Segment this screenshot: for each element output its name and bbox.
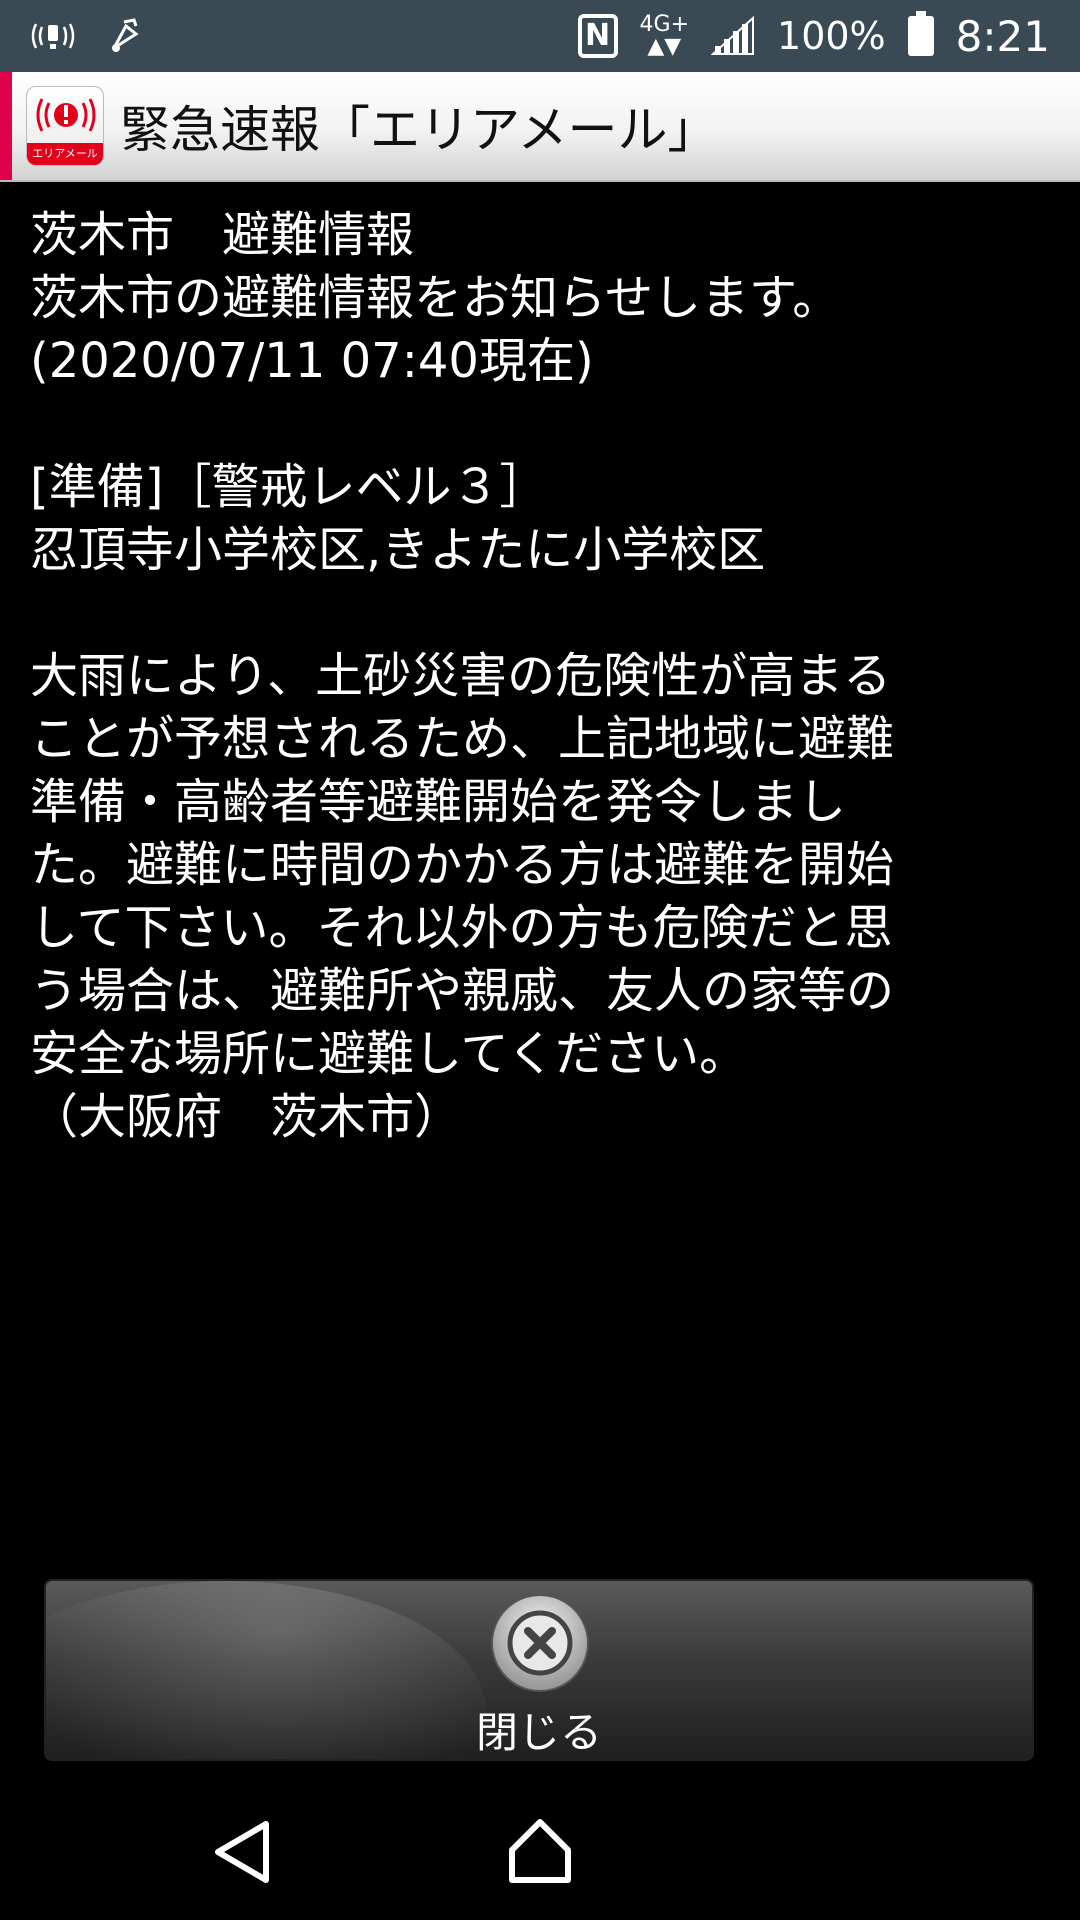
message-body-line: して下さい。それ以外の方も危険だと思 <box>30 900 893 956</box>
message-body-line: 安全な場所に避難してください。 <box>30 1026 748 1082</box>
message-body-line: 準備・高齢者等避難開始を発令しまし <box>30 774 847 830</box>
message-body-line: 大雨により、土砂災害の危険性が高まる <box>30 648 892 704</box>
page-title: 緊急速報「エリアメール」 <box>120 101 718 159</box>
home-icon[interactable] <box>508 1818 572 1884</box>
back-icon[interactable] <box>212 1820 272 1884</box>
message-sender: （大阪府 茨木市） <box>30 1089 463 1145</box>
message-timestamp: (2020/07/11 07:40現在) <box>30 333 594 389</box>
message-level: [準備]［警戒レベル３］ <box>30 459 548 515</box>
message-body-line: う場合は、避難所や親戚、友人の家等の <box>30 963 895 1019</box>
message-body-line: ことが予想されるため、上記地域に避難 <box>30 711 895 767</box>
battery-icon <box>907 11 934 56</box>
alert-waves-icon <box>36 98 96 132</box>
title-bar: エリアメール 緊急速報「エリアメール」 <box>0 72 1080 182</box>
message-intro: 茨木市の避難情報をお知らせします。 <box>30 270 841 326</box>
message-body-line: た。避難に時間のかかる方は避難を開始 <box>30 837 895 893</box>
close-button[interactable]: 閉じる <box>44 1579 1034 1761</box>
close-button-label: 閉じる <box>475 1708 602 1757</box>
message-areas: 忍頂寺小学校区,きよたに小学校区 <box>30 522 766 578</box>
clock: 8:21 <box>955 11 1050 61</box>
message-heading: 茨木市 避難情報 <box>30 207 415 263</box>
network-indicator: 4G+ ▲▼ <box>640 14 689 58</box>
logo-text: エリアメール <box>32 147 98 160</box>
nfc-icon: N <box>577 14 618 58</box>
media-icon <box>112 18 139 52</box>
signal-icon <box>711 16 755 55</box>
close-icon <box>491 1594 589 1692</box>
area-mail-logo-icon: エリアメール <box>26 86 104 166</box>
alert-message: 茨木市 避難情報 茨木市の避難情報をお知らせします。 (2020/07/11 0… <box>30 204 1020 1149</box>
battery-percent: 100% <box>777 14 886 58</box>
network-type: 4G+ <box>639 12 690 37</box>
status-bar: N 4G+ ▲▼ 100% 8:21 <box>0 0 1080 72</box>
logo-band: エリアメール <box>27 143 103 165</box>
data-arrows-icon: ▲▼ <box>647 34 682 59</box>
vibrate-icon <box>31 23 75 49</box>
status-left <box>30 0 144 72</box>
nav-bar <box>0 1780 1080 1920</box>
status-right: N 4G+ ▲▼ 100% 8:21 <box>577 0 1050 72</box>
title-accent <box>0 72 12 180</box>
